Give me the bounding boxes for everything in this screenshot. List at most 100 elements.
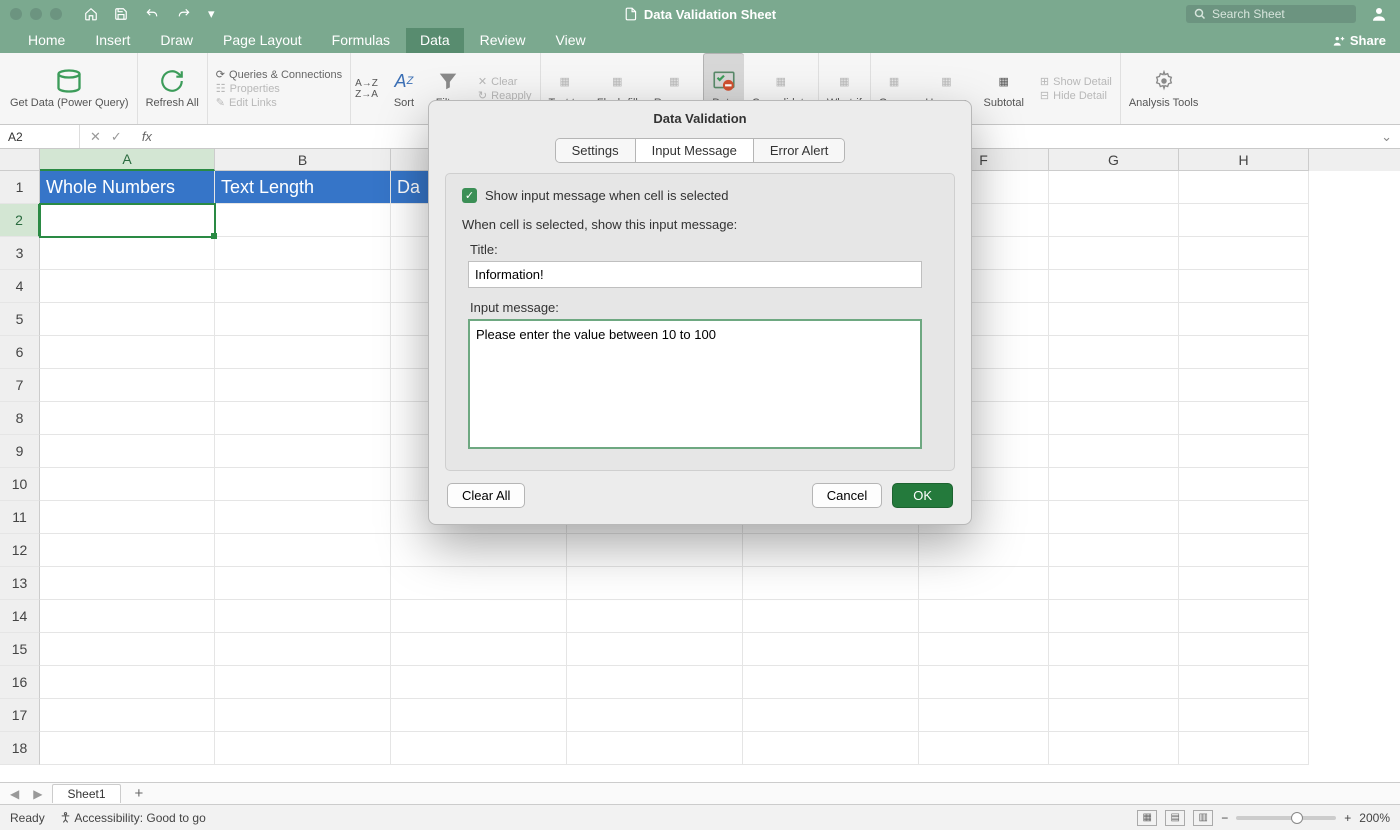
cell[interactable] <box>215 633 391 666</box>
search-input[interactable]: Search Sheet <box>1186 5 1356 23</box>
zoom-level[interactable]: 200% <box>1359 811 1390 825</box>
cell[interactable] <box>1049 237 1179 270</box>
dialog-tab-error-alert[interactable]: Error Alert <box>754 139 845 162</box>
cell[interactable] <box>1179 204 1309 237</box>
cell[interactable] <box>743 633 919 666</box>
sheet-tab[interactable]: Sheet1 <box>52 784 120 803</box>
cell[interactable] <box>919 666 1049 699</box>
cell[interactable] <box>40 435 215 468</box>
cell[interactable] <box>1179 402 1309 435</box>
accessibility-status[interactable]: Accessibility: Good to go <box>59 811 206 825</box>
cell[interactable] <box>919 600 1049 633</box>
cell[interactable] <box>919 699 1049 732</box>
cell[interactable] <box>1179 633 1309 666</box>
row-header[interactable]: 16 <box>0 666 40 699</box>
normal-view-button[interactable]: ▦ <box>1137 810 1157 826</box>
cell[interactable] <box>1049 435 1179 468</box>
cell[interactable] <box>391 732 567 765</box>
row-header[interactable]: 4 <box>0 270 40 303</box>
row-header[interactable]: 18 <box>0 732 40 765</box>
zoom-in-button[interactable]: + <box>1344 811 1351 825</box>
cell[interactable] <box>919 567 1049 600</box>
row-header[interactable]: 11 <box>0 501 40 534</box>
cell[interactable] <box>1179 699 1309 732</box>
row-header[interactable]: 2 <box>0 204 40 237</box>
cell[interactable] <box>215 501 391 534</box>
column-header[interactable]: B <box>215 149 391 171</box>
cell[interactable] <box>1179 600 1309 633</box>
tab-data[interactable]: Data <box>406 28 464 53</box>
cell[interactable] <box>40 534 215 567</box>
cell[interactable] <box>567 534 743 567</box>
cell[interactable] <box>567 699 743 732</box>
clear-filter-button[interactable]: ✕Clear <box>478 75 518 88</box>
home-icon[interactable] <box>84 7 98 21</box>
row-header[interactable]: 13 <box>0 567 40 600</box>
tab-home[interactable]: Home <box>14 28 79 53</box>
cell[interactable] <box>1179 270 1309 303</box>
cell[interactable] <box>1049 468 1179 501</box>
undo-icon[interactable] <box>144 7 160 21</box>
cell[interactable] <box>40 600 215 633</box>
cell[interactable] <box>567 732 743 765</box>
zoom-slider[interactable] <box>1236 816 1336 820</box>
cell[interactable] <box>1179 567 1309 600</box>
cell[interactable] <box>743 666 919 699</box>
minimize-window-icon[interactable] <box>30 8 42 20</box>
cell[interactable] <box>215 732 391 765</box>
cell[interactable] <box>215 237 391 270</box>
hide-detail-button[interactable]: ⊟Hide Detail <box>1040 89 1107 102</box>
cell[interactable] <box>567 600 743 633</box>
sheet-nav-next-icon[interactable]: ▶ <box>29 787 46 801</box>
cell[interactable] <box>215 699 391 732</box>
cell[interactable] <box>567 567 743 600</box>
cell[interactable] <box>40 567 215 600</box>
cell[interactable]: Whole Numbers <box>40 171 215 204</box>
subtotal-button[interactable]: ▦Subtotal <box>976 53 1032 124</box>
cell[interactable] <box>743 699 919 732</box>
cell[interactable] <box>743 600 919 633</box>
cell[interactable] <box>1049 666 1179 699</box>
cell[interactable] <box>1049 501 1179 534</box>
cell[interactable] <box>1049 567 1179 600</box>
cancel-formula-icon[interactable]: ✕ <box>90 129 101 145</box>
cell[interactable]: Text Length <box>215 171 391 204</box>
cell[interactable] <box>215 402 391 435</box>
tab-draw[interactable]: Draw <box>146 28 207 53</box>
refresh-all-button[interactable]: Refresh All <box>138 53 208 124</box>
row-header[interactable]: 7 <box>0 369 40 402</box>
properties-button[interactable]: ☷Properties <box>216 82 280 95</box>
cell[interactable] <box>743 732 919 765</box>
sort-az-button[interactable]: A→Z Z→A <box>351 53 382 124</box>
qat-overflow-icon[interactable]: ▾ <box>208 6 215 22</box>
cell[interactable] <box>40 204 215 237</box>
cell[interactable] <box>40 303 215 336</box>
clear-all-button[interactable]: Clear All <box>447 483 525 508</box>
cell[interactable] <box>1049 204 1179 237</box>
maximize-window-icon[interactable] <box>50 8 62 20</box>
cell[interactable] <box>1049 600 1179 633</box>
cell[interactable] <box>1179 435 1309 468</box>
sort-button[interactable]: AZ Sort <box>382 53 426 124</box>
column-header[interactable]: A <box>40 149 215 171</box>
cell[interactable] <box>40 633 215 666</box>
cell[interactable] <box>1179 171 1309 204</box>
user-icon[interactable] <box>1370 5 1388 23</box>
row-header[interactable]: 10 <box>0 468 40 501</box>
cell[interactable] <box>215 336 391 369</box>
cell[interactable] <box>40 237 215 270</box>
cell[interactable] <box>215 270 391 303</box>
cell[interactable] <box>919 534 1049 567</box>
input-message-field[interactable] <box>468 319 922 449</box>
cell[interactable] <box>567 666 743 699</box>
cell[interactable] <box>1179 336 1309 369</box>
show-input-message-checkbox[interactable]: ✓ <box>462 188 477 203</box>
cell[interactable] <box>1049 633 1179 666</box>
title-field[interactable] <box>468 261 922 288</box>
cell[interactable] <box>1049 369 1179 402</box>
share-button[interactable]: Share <box>1318 28 1400 53</box>
cell[interactable] <box>1049 303 1179 336</box>
cell[interactable] <box>40 468 215 501</box>
cancel-button[interactable]: Cancel <box>812 483 882 508</box>
cell[interactable] <box>40 270 215 303</box>
